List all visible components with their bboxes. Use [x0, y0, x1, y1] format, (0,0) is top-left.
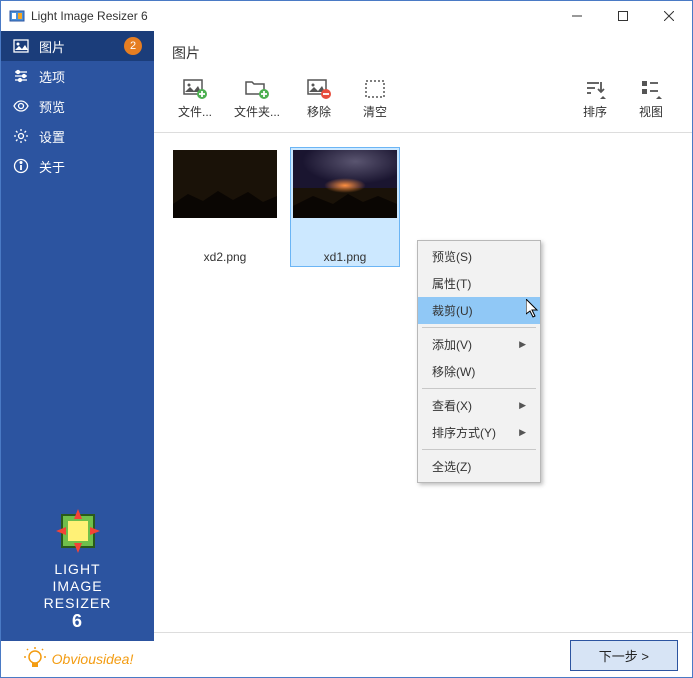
- cm-add[interactable]: 添加(V)▶: [418, 331, 540, 358]
- app-icon: [9, 8, 25, 24]
- gear-icon: [13, 128, 29, 144]
- clear-icon: [361, 77, 389, 101]
- view-icon: [637, 77, 665, 101]
- toolbar: 文件... 文件夹... 移除 清空 排序 视图: [154, 71, 692, 133]
- remove-button[interactable]: 移除: [296, 75, 342, 122]
- add-file-button[interactable]: 文件...: [172, 75, 218, 122]
- close-button[interactable]: [646, 1, 692, 31]
- view-button[interactable]: 视图: [628, 75, 674, 122]
- image-icon: [13, 38, 29, 54]
- chevron-right-icon: ▶: [519, 339, 526, 350]
- sidebar: 图片 2 选项 预览 设置 关于: [1, 31, 154, 677]
- cm-select-all[interactable]: 全选(Z): [418, 453, 540, 480]
- image-remove-icon: [305, 77, 333, 101]
- folder-add-icon: [243, 77, 271, 101]
- minimize-button[interactable]: [554, 1, 600, 31]
- app-logo-text: LIGHT IMAGE RESIZER 6: [1, 561, 154, 633]
- sidebar-item-images[interactable]: 图片 2: [1, 31, 154, 61]
- maximize-button[interactable]: [600, 1, 646, 31]
- page-title: 图片: [154, 31, 692, 71]
- next-button[interactable]: 下一步 >: [570, 640, 678, 671]
- lightbulb-icon: [22, 646, 48, 672]
- thumbnail-item[interactable]: xd1.png: [290, 147, 400, 267]
- sidebar-item-label: 设置: [39, 127, 65, 146]
- sidebar-item-label: 选项: [39, 67, 65, 86]
- brand-label: Obviousidea!: [52, 651, 134, 667]
- sidebar-item-label: 预览: [39, 97, 65, 116]
- cm-separator: [422, 327, 536, 328]
- cm-sort[interactable]: 排序方式(Y)▶: [418, 419, 540, 446]
- window-titlebar: Light Image Resizer 6: [1, 1, 692, 31]
- cm-view[interactable]: 查看(X)▶: [418, 392, 540, 419]
- footer: 下一步 >: [154, 632, 692, 677]
- app-logo-icon: [54, 507, 102, 555]
- window-title: Light Image Resizer 6: [31, 9, 554, 23]
- app-logo-area: LIGHT IMAGE RESIZER 6: [1, 497, 154, 641]
- cm-separator: [422, 388, 536, 389]
- cm-properties[interactable]: 属性(T): [418, 270, 540, 297]
- sidebar-item-about[interactable]: 关于: [1, 151, 154, 181]
- file-add-icon: [181, 77, 209, 101]
- sidebar-item-label: 图片: [39, 37, 65, 56]
- thumbnail-label: xd1.png: [293, 250, 397, 264]
- sidebar-item-options[interactable]: 选项: [1, 61, 154, 91]
- add-folder-button[interactable]: 文件夹...: [228, 75, 286, 122]
- sidebar-item-preview[interactable]: 预览: [1, 91, 154, 121]
- sidebar-item-label: 关于: [39, 157, 65, 176]
- eye-icon: [13, 98, 29, 114]
- info-icon: [13, 158, 29, 174]
- sliders-icon: [13, 68, 29, 84]
- chevron-right-icon: ▶: [519, 400, 526, 411]
- chevron-right-icon: ▶: [519, 427, 526, 438]
- cm-preview[interactable]: 预览(S): [418, 243, 540, 270]
- thumbnail-image: [173, 150, 277, 218]
- cm-remove[interactable]: 移除(W): [418, 358, 540, 385]
- sort-button[interactable]: 排序: [572, 75, 618, 122]
- sidebar-item-settings[interactable]: 设置: [1, 121, 154, 151]
- sidebar-badge: 2: [124, 37, 142, 55]
- brand-footer[interactable]: Obviousidea!: [1, 641, 154, 677]
- cm-separator: [422, 449, 536, 450]
- clear-button[interactable]: 清空: [352, 75, 398, 122]
- cm-crop[interactable]: 裁剪(U): [418, 297, 540, 324]
- context-menu: 预览(S) 属性(T) 裁剪(U) 添加(V)▶ 移除(W) 查看(X)▶ 排序…: [417, 240, 541, 483]
- sort-icon: [581, 77, 609, 101]
- thumbnail-label: xd2.png: [173, 250, 277, 264]
- thumbnail-item[interactable]: xd2.png: [170, 147, 280, 267]
- thumbnail-image: [293, 150, 397, 218]
